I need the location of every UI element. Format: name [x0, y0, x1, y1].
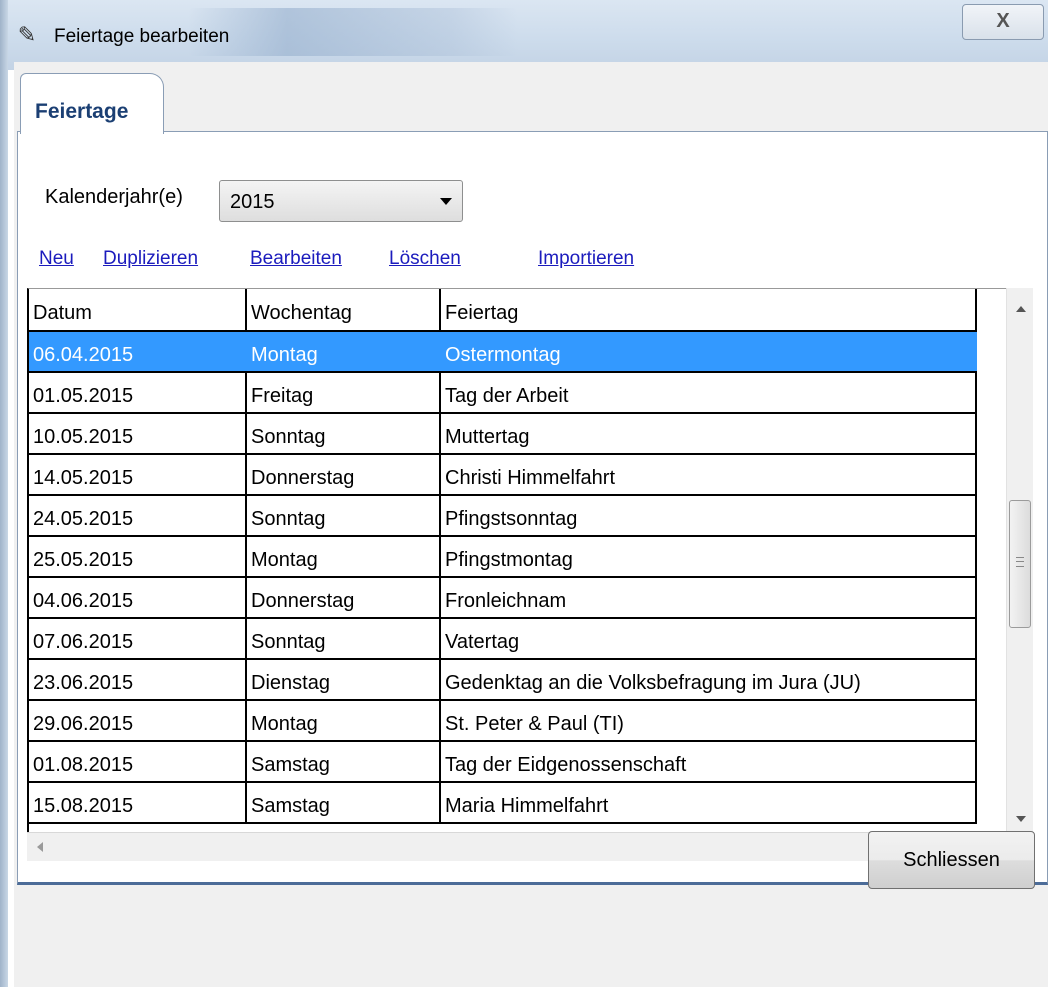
close-icon[interactable]: X: [962, 4, 1044, 40]
column-header-holiday[interactable]: Feiertag: [441, 289, 977, 330]
scroll-left-icon[interactable]: [37, 842, 43, 852]
scroll-down-icon[interactable]: [1016, 816, 1026, 822]
cell-holiday: Fronleichnam: [441, 578, 977, 617]
year-select[interactable]: 2015: [219, 180, 463, 222]
column-header-date[interactable]: Datum: [29, 289, 247, 330]
table-row[interactable]: 25.05.2015 Montag Pfingstmontag: [29, 537, 977, 578]
duplicate-link[interactable]: Duplizieren: [103, 248, 198, 270]
year-filter-label: Kalenderjahr(e): [45, 186, 183, 208]
cell-date: 15.08.2015: [29, 783, 247, 822]
cell-holiday: Christi Himmelfahrt: [441, 455, 977, 494]
table-row[interactable]: 07.06.2015 Sonntag Vatertag: [29, 619, 977, 660]
cell-holiday: Gedenktag an die Volksbefragung im Jura …: [441, 660, 977, 699]
tab-label: Feiertage: [35, 100, 129, 123]
close-button[interactable]: Schliessen: [868, 831, 1035, 889]
table-row[interactable]: 15.08.2015 Samstag Maria Himmelfahrt: [29, 783, 977, 824]
cell-weekday: Donnerstag: [247, 578, 441, 617]
title-bar-background: [188, 8, 518, 56]
vertical-scroll-thumb[interactable]: [1009, 500, 1031, 628]
tab-feiertage[interactable]: Feiertage: [20, 73, 164, 134]
table-header: Datum Wochentag Feiertag: [29, 289, 977, 332]
cell-weekday: Sonntag: [247, 414, 441, 453]
column-header-weekday[interactable]: Wochentag: [247, 289, 441, 330]
table-row[interactable]: 06.04.2015 Montag Ostermontag: [29, 332, 977, 373]
cell-weekday: Montag: [247, 332, 441, 371]
cell-weekday: Samstag: [247, 742, 441, 781]
table-row[interactable]: 29.06.2015 Montag St. Peter & Paul (TI): [29, 701, 977, 742]
year-select-value: 2015: [230, 191, 275, 213]
app-icon: ✎: [17, 22, 37, 47]
cell-weekday: Montag: [247, 701, 441, 740]
table-row[interactable]: 10.05.2015 Sonntag Muttertag: [29, 414, 977, 455]
table-row[interactable]: 24.05.2015 Sonntag Pfingstsonntag: [29, 496, 977, 537]
cell-date: 23.06.2015: [29, 660, 247, 699]
table-row[interactable]: 23.06.2015 Dienstag Gedenktag an die Volks…: [29, 660, 977, 701]
table-row[interactable]: 04.06.2015 Donnerstag Fronleichnam: [29, 578, 977, 619]
cell-holiday: Maria Himmelfahrt: [441, 783, 977, 822]
cell-date: 01.05.2015: [29, 373, 247, 412]
cell-date: 14.05.2015: [29, 455, 247, 494]
table-row[interactable]: 14.05.2015 Donnerstag Christi Himmelfahrt: [29, 455, 977, 496]
cell-weekday: Freitag: [247, 373, 441, 412]
cell-date: 06.04.2015: [29, 332, 247, 371]
table-row[interactable]: 01.05.2015 Freitag Tag der Arbeit: [29, 373, 977, 414]
cell-date: 04.06.2015: [29, 578, 247, 617]
cell-holiday: Tag der Arbeit: [441, 373, 977, 412]
window-title: Feiertage bearbeiten: [54, 26, 230, 47]
cell-holiday: Pfingstmontag: [441, 537, 977, 576]
cell-holiday: Muttertag: [441, 414, 977, 453]
cell-holiday: Ostermontag: [441, 332, 977, 371]
grip-icon: [1016, 557, 1024, 567]
cell-holiday: Pfingstsonntag: [441, 496, 977, 535]
horizontal-scrollbar[interactable]: [27, 832, 1007, 861]
cell-weekday: Donnerstag: [247, 455, 441, 494]
scroll-up-icon[interactable]: [1016, 306, 1026, 312]
cell-date: 01.08.2015: [29, 742, 247, 781]
cell-date: 29.06.2015: [29, 701, 247, 740]
dropdown-arrow-icon: [440, 198, 452, 205]
cell-weekday: Sonntag: [247, 496, 441, 535]
cell-date: 24.05.2015: [29, 496, 247, 535]
cell-holiday: Vatertag: [441, 619, 977, 658]
cell-date: 07.06.2015: [29, 619, 247, 658]
cell-date: 25.05.2015: [29, 537, 247, 576]
window-border: [0, 0, 8, 987]
cell-holiday: Tag der Eidgenossenschaft: [441, 742, 977, 781]
cell-weekday: Dienstag: [247, 660, 441, 699]
cell-weekday: Sonntag: [247, 619, 441, 658]
table-body: 06.04.2015 Montag Ostermontag 01.05.2015 Fre…: [29, 332, 977, 824]
cell-holiday: St. Peter & Paul (TI): [441, 701, 977, 740]
import-link[interactable]: Importieren: [538, 248, 634, 270]
cell-weekday: Samstag: [247, 783, 441, 822]
edit-link[interactable]: Bearbeiten: [250, 248, 342, 270]
new-link[interactable]: Neu: [39, 248, 74, 270]
table-row[interactable]: 01.08.2015 Samstag Tag der Eidgenossenscha…: [29, 742, 977, 783]
vertical-scrollbar[interactable]: [1006, 288, 1033, 832]
cell-weekday: Montag: [247, 537, 441, 576]
cell-date: 10.05.2015: [29, 414, 247, 453]
delete-link[interactable]: Löschen: [389, 248, 461, 270]
holidays-table: Datum Wochentag Feiertag 06.04.2015 Monta…: [27, 288, 1009, 833]
